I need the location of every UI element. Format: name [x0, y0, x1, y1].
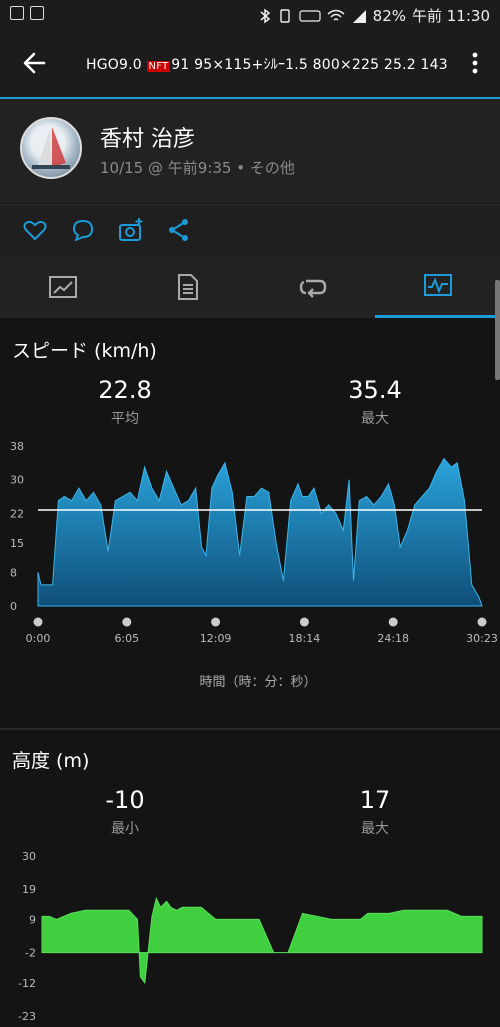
y-tick-label: 30 [22, 850, 36, 863]
altitude-section-title: 高度 (m) [12, 750, 90, 772]
volte-icon [299, 9, 321, 22]
app-bar: HGO9.0 NFT 91 95×115+ｼﾙｰ1.5 800×225 25.2 … [0, 30, 500, 97]
section-divider [0, 728, 500, 730]
altitude-max-label: 最大 [361, 821, 389, 837]
y-tick-label: 30 [10, 474, 24, 487]
charts-pulse-icon [423, 274, 452, 296]
title-prefix: HGO9.0 [86, 57, 147, 73]
activity-title: HGO9.0 NFT 91 95×115+ｼﾙｰ1.5 800×225 25.2 … [86, 54, 448, 74]
altitude-area [41, 896, 483, 985]
altitude-min-label: 最小 [111, 821, 139, 837]
y-tick-label: 19 [22, 883, 36, 896]
add-photo-icon[interactable] [118, 217, 144, 243]
avatar[interactable] [20, 117, 82, 179]
x-tick-label: 30:23 [466, 632, 498, 645]
title-badge: NFT [146, 61, 171, 72]
speed-max-label: 最大 [361, 411, 389, 427]
like-heart-icon[interactable] [22, 217, 48, 243]
y-tick-label: -12 [18, 977, 36, 990]
tab-details[interactable] [125, 255, 250, 318]
y-tick-label: 38 [10, 440, 24, 453]
share-icon[interactable] [166, 217, 192, 243]
speed-average-label: 平均 [111, 411, 139, 427]
speed-area [37, 457, 483, 607]
y-tick-label: -2 [25, 947, 36, 960]
task-notification-icon [30, 6, 44, 20]
altitude-max-value: 17 [359, 786, 391, 814]
social-actions [0, 204, 500, 256]
status-bar: 82% 午前 11:30 [0, 0, 500, 30]
x-tick-label: 24:18 [377, 632, 409, 645]
speed-average-value: 22.8 [98, 376, 152, 404]
activity-header: 香村 治彦 10/15 @ 午前9:35 • その他 [0, 99, 500, 203]
x-tick-marker [211, 617, 221, 627]
title-rest: 91 95×115+ｼﾙｰ1.5 800×225 25.2 143 [171, 57, 448, 73]
altitude-min-value: -10 [105, 786, 145, 814]
scroll-indicator[interactable] [495, 280, 500, 380]
x-tick-label: 12:09 [200, 632, 232, 645]
user-name: 香村 治彦 [100, 127, 195, 152]
more-options-icon[interactable] [472, 52, 478, 74]
speed-section-title: スピード (km/h) [12, 340, 157, 362]
back-arrow-icon[interactable] [20, 48, 50, 78]
y-tick-label: 0 [10, 600, 17, 613]
y-tick-label: 9 [29, 913, 36, 926]
vibrate-icon [279, 8, 290, 23]
y-tick-label: -23 [18, 1010, 36, 1023]
signal-icon [352, 9, 366, 23]
x-tick-marker [477, 617, 487, 627]
x-tick-label: 6:05 [114, 632, 139, 645]
tab-overview[interactable] [0, 255, 125, 318]
gallery-notification-icon [10, 6, 24, 20]
tab-charts[interactable] [375, 255, 500, 318]
x-tick-marker [388, 617, 398, 627]
battery-percent: 82% [372, 6, 406, 25]
bluetooth-icon [260, 8, 270, 23]
speed-max-value: 35.4 [348, 376, 402, 404]
x-tick-label: 0:00 [26, 632, 51, 645]
y-tick-label: 15 [10, 537, 24, 550]
document-icon [177, 273, 198, 300]
activity-datetime: 10/15 @ 午前9:35 • その他 [100, 159, 295, 177]
comment-icon[interactable] [70, 217, 96, 243]
x-axis-label: 時間（時：分：秒） [199, 675, 316, 690]
tab-laps[interactable] [250, 255, 375, 318]
x-tick-marker [33, 617, 43, 627]
x-tick-marker [299, 617, 309, 627]
altitude-chart: -23 -12 -2 9 19 30 [18, 850, 483, 1023]
x-tick-label: 18:14 [289, 632, 321, 645]
laps-loop-icon [299, 279, 326, 298]
detail-tabs [0, 255, 500, 318]
x-tick-marker [122, 617, 132, 627]
y-tick-label: 8 [10, 566, 17, 579]
clock: 午前 11:30 [412, 7, 490, 25]
wifi-icon [327, 9, 345, 21]
speed-chart: 0 8 15 22 30 38 0:00 6:05 12:09 18:14 24:18 30:23 時間… [10, 440, 498, 690]
y-tick-label: 22 [10, 507, 24, 520]
overview-chart-icon [48, 275, 77, 298]
